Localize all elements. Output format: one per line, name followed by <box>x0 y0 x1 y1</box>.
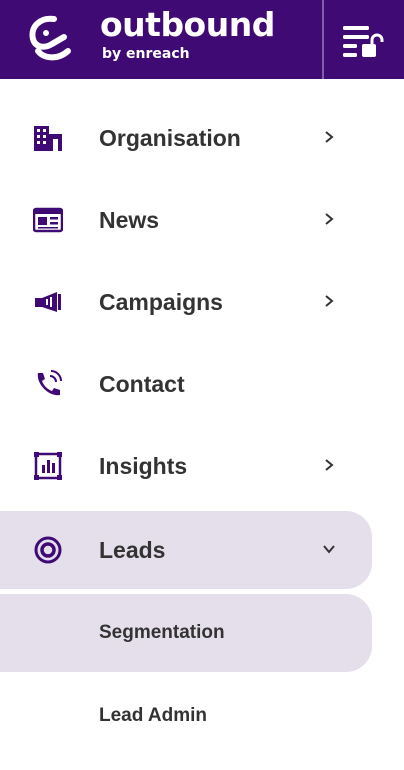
sidebar-item-label: Leads <box>99 537 166 563</box>
sidebar-item-news[interactable]: News <box>0 181 372 259</box>
newspaper-icon <box>33 207 63 233</box>
sidebar-item-label: Insights <box>99 453 188 479</box>
chevron-right-icon <box>325 213 334 225</box>
chevron-right-icon <box>325 295 334 307</box>
chart-icon <box>34 452 62 480</box>
sidebar-item-leads[interactable]: Leads <box>0 511 372 589</box>
brand-name: outbound <box>100 5 275 44</box>
brand[interactable]: outbound by enreach <box>100 5 275 63</box>
brand-subtitle: by enreach <box>102 46 190 62</box>
sidebar-item-organisation[interactable]: Organisation <box>0 99 372 177</box>
sidebar-item-insights[interactable]: Insights <box>0 427 372 505</box>
app-header: outbound by enreach <box>0 0 404 79</box>
enreach-logo-icon[interactable] <box>24 13 76 63</box>
target-icon <box>34 536 62 564</box>
chevron-right-icon <box>325 131 334 143</box>
phone-icon <box>37 370 62 396</box>
chevron-down-icon <box>323 545 335 554</box>
sidebar-subitem-segmentation[interactable]: Segmentation <box>0 594 372 672</box>
menu-toggle-button[interactable] <box>324 0 404 79</box>
chevron-right-icon <box>325 459 334 471</box>
megaphone-icon <box>35 292 61 312</box>
sidebar-item-label: Campaigns <box>99 289 223 315</box>
sidebar-item-label: Organisation <box>99 125 241 151</box>
sidebar-subitem-label: Segmentation <box>99 622 225 643</box>
sidebar-subitem-lead-admin[interactable]: Lead Admin <box>0 677 372 755</box>
menu-unlock-icon <box>343 25 384 57</box>
sidebar-item-campaigns[interactable]: Campaigns <box>0 263 372 341</box>
sidebar-item-label: News <box>99 207 160 233</box>
sidebar-subitem-label: Lead Admin <box>99 705 208 726</box>
sidebar-item-label: Contact <box>99 371 185 397</box>
building-icon <box>34 126 62 151</box>
sidebar-item-contact[interactable]: Contact <box>0 345 372 423</box>
